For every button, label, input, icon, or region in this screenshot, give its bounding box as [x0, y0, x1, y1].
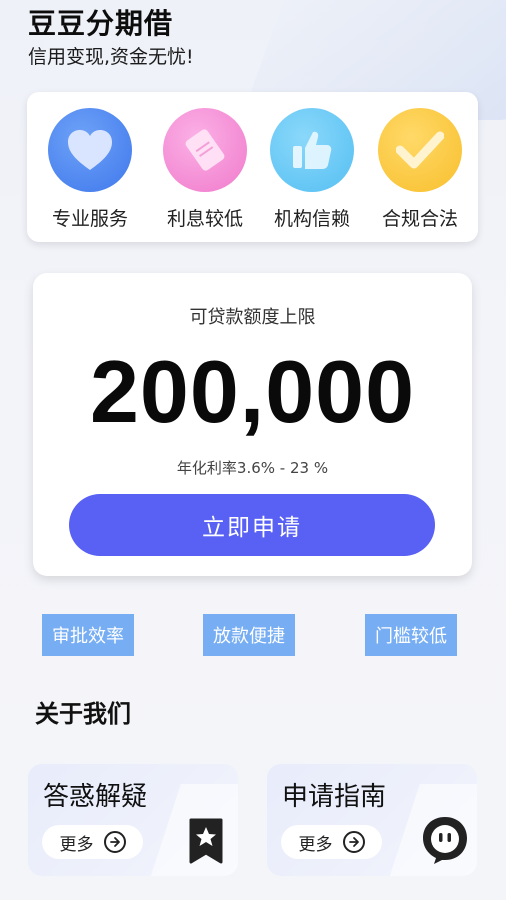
app-subtitle: 信用变现,资金无忧!: [28, 46, 194, 68]
annual-rate-text: 年化利率3.6% - 23 %: [176, 459, 329, 477]
more-label: 更多: [59, 834, 94, 855]
guide-more-button[interactable]: 更多: [281, 825, 382, 859]
app-title: 豆豆分期借: [28, 7, 174, 40]
faq-card[interactable]: 答惑解疑 更多: [28, 764, 238, 876]
feature-label: 合规合法: [381, 208, 458, 230]
guide-card[interactable]: 申请指南 更多: [267, 764, 477, 876]
feature-label: 机构信赖: [273, 208, 350, 230]
loan-amount: 200,000: [89, 342, 416, 441]
tag-low-threshold: 门槛较低: [365, 614, 457, 656]
apply-now-button[interactable]: 立即申请: [69, 494, 435, 556]
check-icon: [378, 108, 462, 192]
thumbs-up-icon: [270, 108, 354, 192]
arrow-right-circle-icon: [342, 831, 365, 853]
feature-label: 专业服务: [51, 208, 128, 230]
tag-fast-disbursement: 放款便捷: [203, 614, 295, 656]
bookmark-star-icon: [188, 817, 224, 869]
more-label: 更多: [298, 834, 333, 855]
guide-card-title: 申请指南: [282, 782, 387, 812]
loan-card: 可贷款额度上限 200,000 年化利率3.6% - 23 % 立即申请: [33, 273, 472, 576]
arrow-right-circle-icon: [103, 831, 126, 853]
feature-institution-trust[interactable]: 机构信赖: [257, 108, 367, 231]
feature-low-interest[interactable]: 利息较低: [150, 108, 260, 231]
loan-limit-label: 可贷款额度上限: [189, 307, 316, 328]
about-us-title: 关于我们: [35, 700, 131, 728]
feature-professional-service[interactable]: 专业服务: [35, 108, 145, 231]
feature-compliance[interactable]: 合规合法: [365, 108, 475, 231]
faq-card-title: 答惑解疑: [43, 782, 148, 812]
features-card: 专业服务 利息较低 机构信赖 合规合法: [27, 92, 478, 242]
heart-icon: [48, 108, 132, 192]
ticket-icon: [163, 108, 247, 192]
faq-more-button[interactable]: 更多: [42, 825, 143, 859]
chat-bot-icon: [420, 814, 470, 870]
feature-label: 利息较低: [166, 208, 243, 230]
tag-approval-efficiency: 审批效率: [42, 614, 134, 656]
